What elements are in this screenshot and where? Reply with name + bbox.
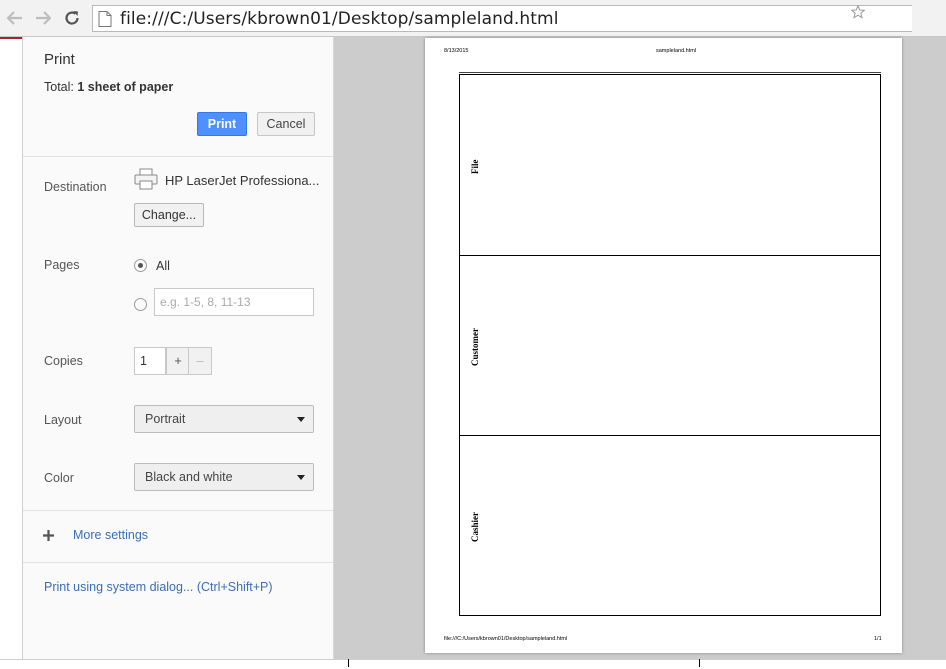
layout-label: Layout [44,413,82,427]
page-rule [459,72,881,73]
page-icon [98,11,112,27]
page-header-date: 8/13/2015 [444,48,469,54]
copies-increment-button[interactable]: + [166,347,190,375]
copies-input[interactable]: 1 [134,347,166,375]
preview-page: 8/13/2015 sampleland.html File Customer … [425,38,902,653]
swimlane-cashier: Cashier [460,436,880,615]
divider [23,510,333,511]
copies-decrement-button[interactable]: – [188,347,212,375]
swimlane-diagram: File Customer Cashier [459,74,881,616]
page-footer-page-number: 1/1 [874,636,882,642]
dropdown-caret-icon [297,417,305,422]
pages-all-label: All [156,259,170,273]
reload-icon[interactable] [62,8,82,28]
swimlane-customer: Customer [460,256,880,436]
divider [23,156,333,157]
total-sheets: Total: 1 sheet of paper [44,80,173,94]
address-bar[interactable]: file:///C:/Users/kbrown01/Desktop/sample… [92,5,912,32]
layout-select[interactable]: Portrait [134,405,314,433]
pages-all-radio[interactable] [134,259,147,272]
dropdown-caret-icon [297,475,305,480]
print-settings-panel: Print Total: 1 sheet of paper Print Canc… [22,37,334,659]
swimlane-label: Cashier [470,512,480,542]
color-label: Color [44,471,74,485]
bottom-strip [0,659,946,669]
page-footer-url: file:///C:/Users/kbrown01/Desktop/sample… [444,636,568,642]
browser-toolbar: file:///C:/Users/kbrown01/Desktop/sample… [0,0,946,37]
tick-mark [699,659,700,667]
printer-icon [134,168,158,190]
page-header-title: sampleland.html [656,48,697,54]
destination-label: Destination [44,180,107,194]
change-destination-button[interactable]: Change... [134,203,204,227]
swimlane-label: Customer [470,328,480,366]
accent-line [0,37,22,39]
bookmark-star-icon[interactable] [851,5,865,19]
more-settings-link[interactable]: More settings [73,528,148,542]
back-arrow-icon[interactable] [5,8,25,28]
color-select[interactable]: Black and white [134,463,314,491]
forward-arrow-icon[interactable] [33,8,53,28]
copies-label: Copies [44,354,83,368]
pages-label: Pages [44,258,80,272]
cancel-button[interactable]: Cancel [257,112,315,136]
total-label: Total: [44,80,78,94]
system-dialog-link[interactable]: Print using system dialog... (Ctrl+Shift… [44,580,273,594]
swimlane-file: File [460,75,880,256]
print-button[interactable]: Print [197,112,247,136]
panel-title: Print [44,51,75,68]
layout-selected-value: Portrait [145,412,186,426]
color-selected-value: Black and white [145,470,233,484]
tick-mark [348,659,349,667]
plus-icon[interactable] [43,530,54,541]
swimlane-label: File [470,159,480,175]
printer-name: HP LaserJet Professiona... [165,173,320,188]
url-text: file:///C:/Users/kbrown01/Desktop/sample… [120,9,559,29]
pages-custom-radio[interactable] [134,298,147,311]
pages-custom-input[interactable]: e.g. 1-5, 8, 11-13 [154,288,314,316]
print-preview-area: 8/13/2015 sampleland.html File Customer … [334,37,946,659]
divider [23,562,333,563]
total-value: 1 sheet of paper [77,80,174,94]
